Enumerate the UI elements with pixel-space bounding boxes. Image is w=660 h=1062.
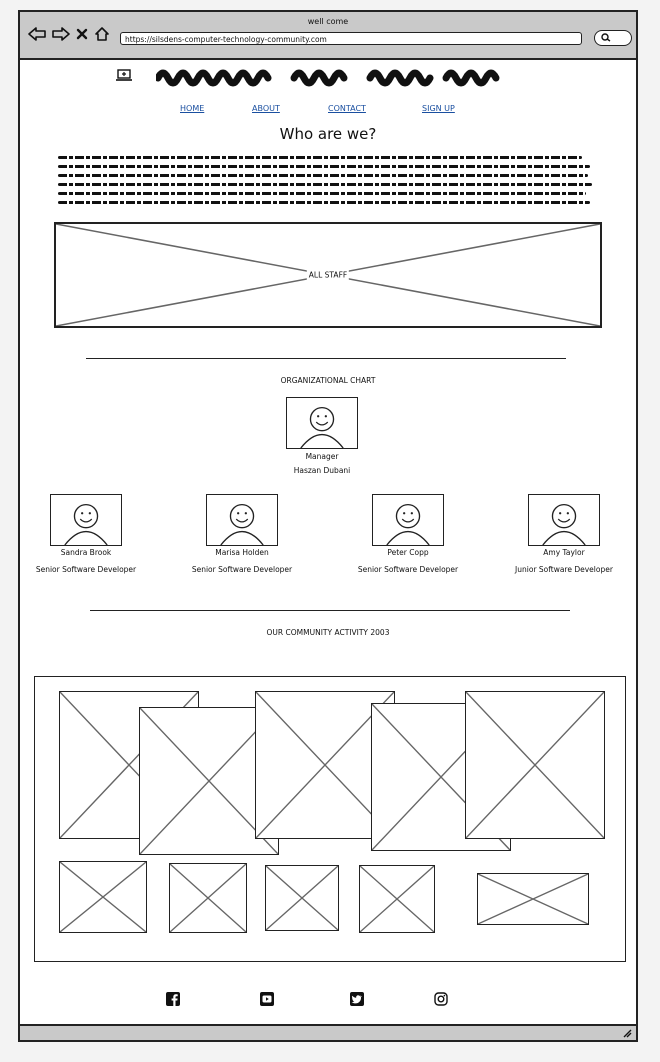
gallery-thumbnail[interactable] <box>169 863 247 933</box>
person-icon <box>300 406 344 448</box>
all-staff-image: ALL STAFF <box>54 222 602 328</box>
member-role: Senior Software Developer <box>191 565 293 574</box>
nav-signup-link[interactable]: SIGN UP <box>422 104 455 113</box>
home-icon[interactable] <box>94 26 110 42</box>
facebook-icon[interactable] <box>166 992 180 1006</box>
manager-avatar <box>286 397 358 449</box>
address-bar[interactable]: https://silsdens-computer-technology-com… <box>120 32 582 45</box>
member-role: Junior Software Developer <box>515 565 613 574</box>
divider <box>86 358 566 359</box>
person-icon <box>220 503 264 545</box>
search-button[interactable] <box>594 30 632 46</box>
resize-grip-icon[interactable] <box>622 1028 632 1038</box>
about-heading: Who are we? <box>279 125 377 143</box>
window-title: well come <box>307 17 349 26</box>
stop-icon[interactable] <box>76 28 88 40</box>
browser-window: well come https://silsdens-computer-tech… <box>18 10 638 1042</box>
gallery-image[interactable] <box>465 691 605 839</box>
browser-toolbar: well come https://silsdens-computer-tech… <box>20 12 636 60</box>
person-icon <box>542 503 586 545</box>
community-gallery <box>34 676 626 962</box>
member-role: Senior Software Developer <box>357 565 459 574</box>
nav-contact-link[interactable]: CONTACT <box>328 104 366 113</box>
member-name: Amy Taylor <box>543 548 585 557</box>
twitter-icon[interactable] <box>350 992 364 1006</box>
search-icon <box>601 33 611 42</box>
member-avatar <box>206 494 278 546</box>
member-avatar <box>372 494 444 546</box>
forward-arrow-icon[interactable] <box>52 27 70 41</box>
person-icon <box>64 503 108 545</box>
community-title: OUR COMMUNITY ACTIVITY 2003 <box>266 628 390 637</box>
divider <box>90 610 570 611</box>
org-chart-title: ORGANIZATIONAL CHART <box>280 376 376 385</box>
instagram-icon[interactable] <box>434 992 448 1006</box>
back-arrow-icon[interactable] <box>28 27 46 41</box>
person-icon <box>386 503 430 545</box>
gallery-thumbnail[interactable] <box>359 865 435 933</box>
gallery-thumbnail[interactable] <box>59 861 147 933</box>
member-avatar <box>528 494 600 546</box>
youtube-icon[interactable] <box>260 992 274 1006</box>
status-bar <box>20 1024 636 1040</box>
member-role: Senior Software Developer <box>35 565 137 574</box>
member-name: Marisa Holden <box>215 548 269 557</box>
gallery-thumbnail[interactable] <box>477 873 589 925</box>
member-avatar <box>50 494 122 546</box>
manager-name: Haszan Dubani <box>293 466 351 475</box>
member-name: Sandra Brook <box>60 548 112 557</box>
nav-about-link[interactable]: ABOUT <box>252 104 280 113</box>
member-name: Peter Copp <box>387 548 429 557</box>
all-staff-label: ALL STAFF <box>306 269 350 281</box>
gallery-thumbnail[interactable] <box>265 865 339 931</box>
laptop-icon <box>116 69 132 81</box>
nav-home-link[interactable]: HOME <box>180 104 204 113</box>
manager-role: Manager <box>305 452 339 461</box>
site-logo-scribble <box>156 69 500 87</box>
